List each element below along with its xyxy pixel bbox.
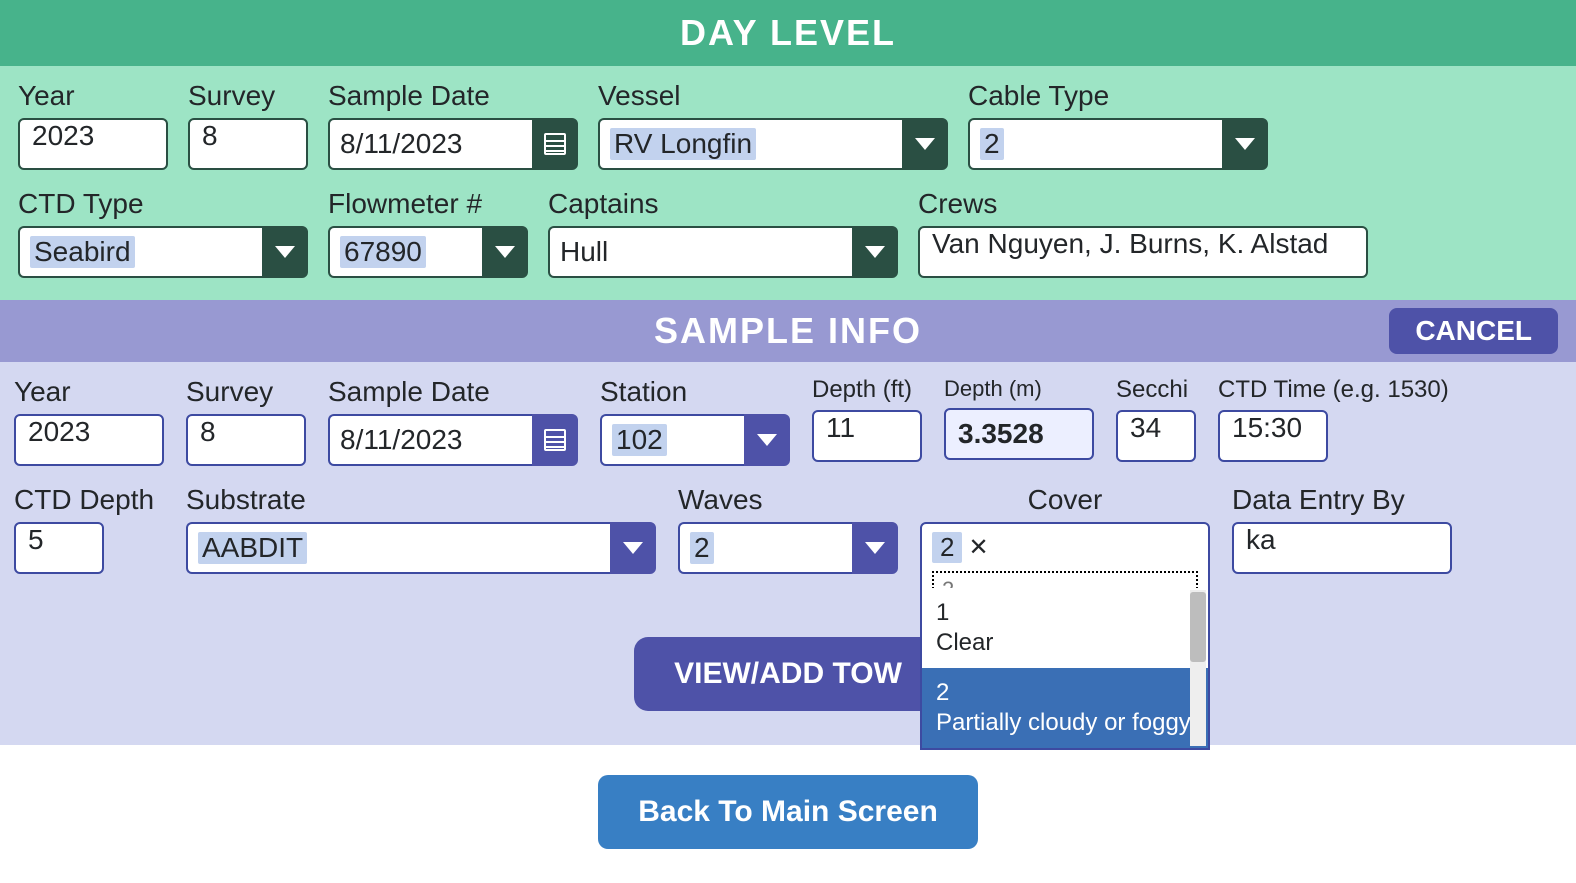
chevron-down-icon[interactable]	[482, 226, 528, 278]
chevron-down-icon[interactable]	[262, 226, 308, 278]
select-substrate[interactable]: AABDIT	[186, 522, 656, 574]
calendar-icon[interactable]	[532, 414, 578, 466]
input-data-entry-by[interactable]: ka	[1232, 522, 1452, 574]
dropdown-scrollbar[interactable]	[1190, 590, 1206, 746]
cancel-button[interactable]: CANCEL	[1389, 308, 1558, 354]
field-survey: Survey 8	[188, 80, 308, 170]
cover-selected-tag: 2 ✕	[932, 532, 989, 563]
label-captains: Captains	[548, 188, 898, 220]
chevron-down-icon[interactable]	[852, 226, 898, 278]
chevron-down-icon[interactable]	[744, 414, 790, 466]
label-depth-ft: Depth (ft)	[812, 376, 922, 404]
select-cable-type[interactable]: 2	[968, 118, 1268, 170]
field-station: Station 102	[600, 376, 790, 466]
chevron-down-icon[interactable]	[1222, 118, 1268, 170]
input-si-survey[interactable]: 8	[186, 414, 306, 466]
field-ctd-type: CTD Type Seabird	[18, 188, 308, 278]
chevron-down-icon[interactable]	[852, 522, 898, 574]
label-station: Station	[600, 376, 790, 408]
view-add-tow-button[interactable]: VIEW/ADD TOW	[634, 637, 942, 711]
field-cover: Cover 2 ✕ 2 1 Clear 2 Partially cloudy o…	[920, 484, 1210, 619]
select-captains[interactable]: Hull	[548, 226, 898, 278]
label-depth-m: Depth (m)	[944, 376, 1094, 402]
field-flowmeter: Flowmeter # 67890	[328, 188, 528, 278]
label-si-year: Year	[14, 376, 164, 408]
field-crews: Crews Van Nguyen, J. Burns, K. Alstad	[918, 188, 1368, 278]
label-ctd-time: CTD Time (e.g. 1530)	[1218, 376, 1478, 404]
field-vessel: Vessel RV Longfin	[598, 80, 948, 170]
output-depth-m: 3.3528	[944, 408, 1094, 460]
field-depth-m: Depth (m) 3.3528	[944, 376, 1094, 466]
input-ctd-depth[interactable]: 5	[14, 522, 104, 574]
field-ctd-time: CTD Time (e.g. 1530) 15:30	[1218, 376, 1478, 466]
label-crews: Crews	[918, 188, 1368, 220]
label-cover: Cover	[920, 484, 1210, 516]
field-data-entry-by: Data Entry By ka	[1232, 484, 1452, 574]
field-cable-type: Cable Type 2	[968, 80, 1268, 170]
label-data-entry-by: Data Entry By	[1232, 484, 1452, 516]
field-year: Year 2023	[18, 80, 168, 170]
day-level-body: Year 2023 Survey 8 Sample Date 8/11/2023…	[0, 66, 1576, 300]
date-picker-si-sample-date[interactable]: 8/11/2023	[328, 414, 578, 466]
label-cable-type: Cable Type	[968, 80, 1268, 112]
label-secchi: Secchi	[1116, 376, 1196, 404]
field-ctd-depth: CTD Depth 5	[14, 484, 164, 574]
input-crews[interactable]: Van Nguyen, J. Burns, K. Alstad	[918, 226, 1368, 278]
field-si-sample-date: Sample Date 8/11/2023	[328, 376, 578, 466]
label-si-survey: Survey	[186, 376, 306, 408]
label-ctd-type: CTD Type	[18, 188, 308, 220]
label-si-sample-date: Sample Date	[328, 376, 578, 408]
day-level-banner: DAY LEVEL	[0, 0, 1576, 66]
field-substrate: Substrate AABDIT	[186, 484, 656, 574]
input-year[interactable]: 2023	[18, 118, 168, 170]
chevron-down-icon[interactable]	[610, 522, 656, 574]
sample-info-title: SAMPLE INFO	[654, 310, 922, 352]
day-level-title: DAY LEVEL	[680, 12, 896, 53]
scroll-thumb[interactable]	[1190, 592, 1206, 662]
label-ctd-depth: CTD Depth	[14, 484, 164, 516]
sample-info-body: Year 2023 Survey 8 Sample Date 8/11/2023…	[0, 362, 1576, 745]
cover-option-1[interactable]: 1 Clear	[922, 588, 1208, 668]
field-si-survey: Survey 8	[186, 376, 306, 466]
input-si-year[interactable]: 2023	[14, 414, 164, 466]
label-flowmeter: Flowmeter #	[328, 188, 528, 220]
field-secchi: Secchi 34	[1116, 376, 1196, 466]
input-survey[interactable]: 8	[188, 118, 308, 170]
select-waves[interactable]: 2	[678, 522, 898, 574]
chevron-down-icon[interactable]	[902, 118, 948, 170]
input-ctd-time[interactable]: 15:30	[1218, 410, 1328, 462]
calendar-icon[interactable]	[532, 118, 578, 170]
field-depth-ft: Depth (ft) 11	[812, 376, 922, 466]
label-substrate: Substrate	[186, 484, 656, 516]
select-station[interactable]: 102	[600, 414, 790, 466]
remove-tag-icon[interactable]: ✕	[968, 533, 988, 562]
label-vessel: Vessel	[598, 80, 948, 112]
field-sample-date: Sample Date 8/11/2023	[328, 80, 578, 170]
field-captains: Captains Hull	[548, 188, 898, 278]
cover-dropdown: 1 Clear 2 Partially cloudy or foggy	[920, 588, 1210, 750]
field-si-year: Year 2023	[14, 376, 164, 466]
input-secchi[interactable]: 34	[1116, 410, 1196, 462]
label-sample-date: Sample Date	[328, 80, 578, 112]
label-waves: Waves	[678, 484, 898, 516]
select-ctd-type[interactable]: Seabird	[18, 226, 308, 278]
back-to-main-button[interactable]: Back To Main Screen	[598, 775, 978, 849]
sample-info-banner: SAMPLE INFO CANCEL	[0, 300, 1576, 362]
input-depth-ft[interactable]: 11	[812, 410, 922, 462]
select-flowmeter[interactable]: 67890	[328, 226, 528, 278]
date-picker-sample-date[interactable]: 8/11/2023	[328, 118, 578, 170]
label-year: Year	[18, 80, 168, 112]
field-waves: Waves 2	[678, 484, 898, 574]
cover-option-2[interactable]: 2 Partially cloudy or foggy	[922, 668, 1208, 748]
select-vessel[interactable]: RV Longfin	[598, 118, 948, 170]
label-survey: Survey	[188, 80, 308, 112]
